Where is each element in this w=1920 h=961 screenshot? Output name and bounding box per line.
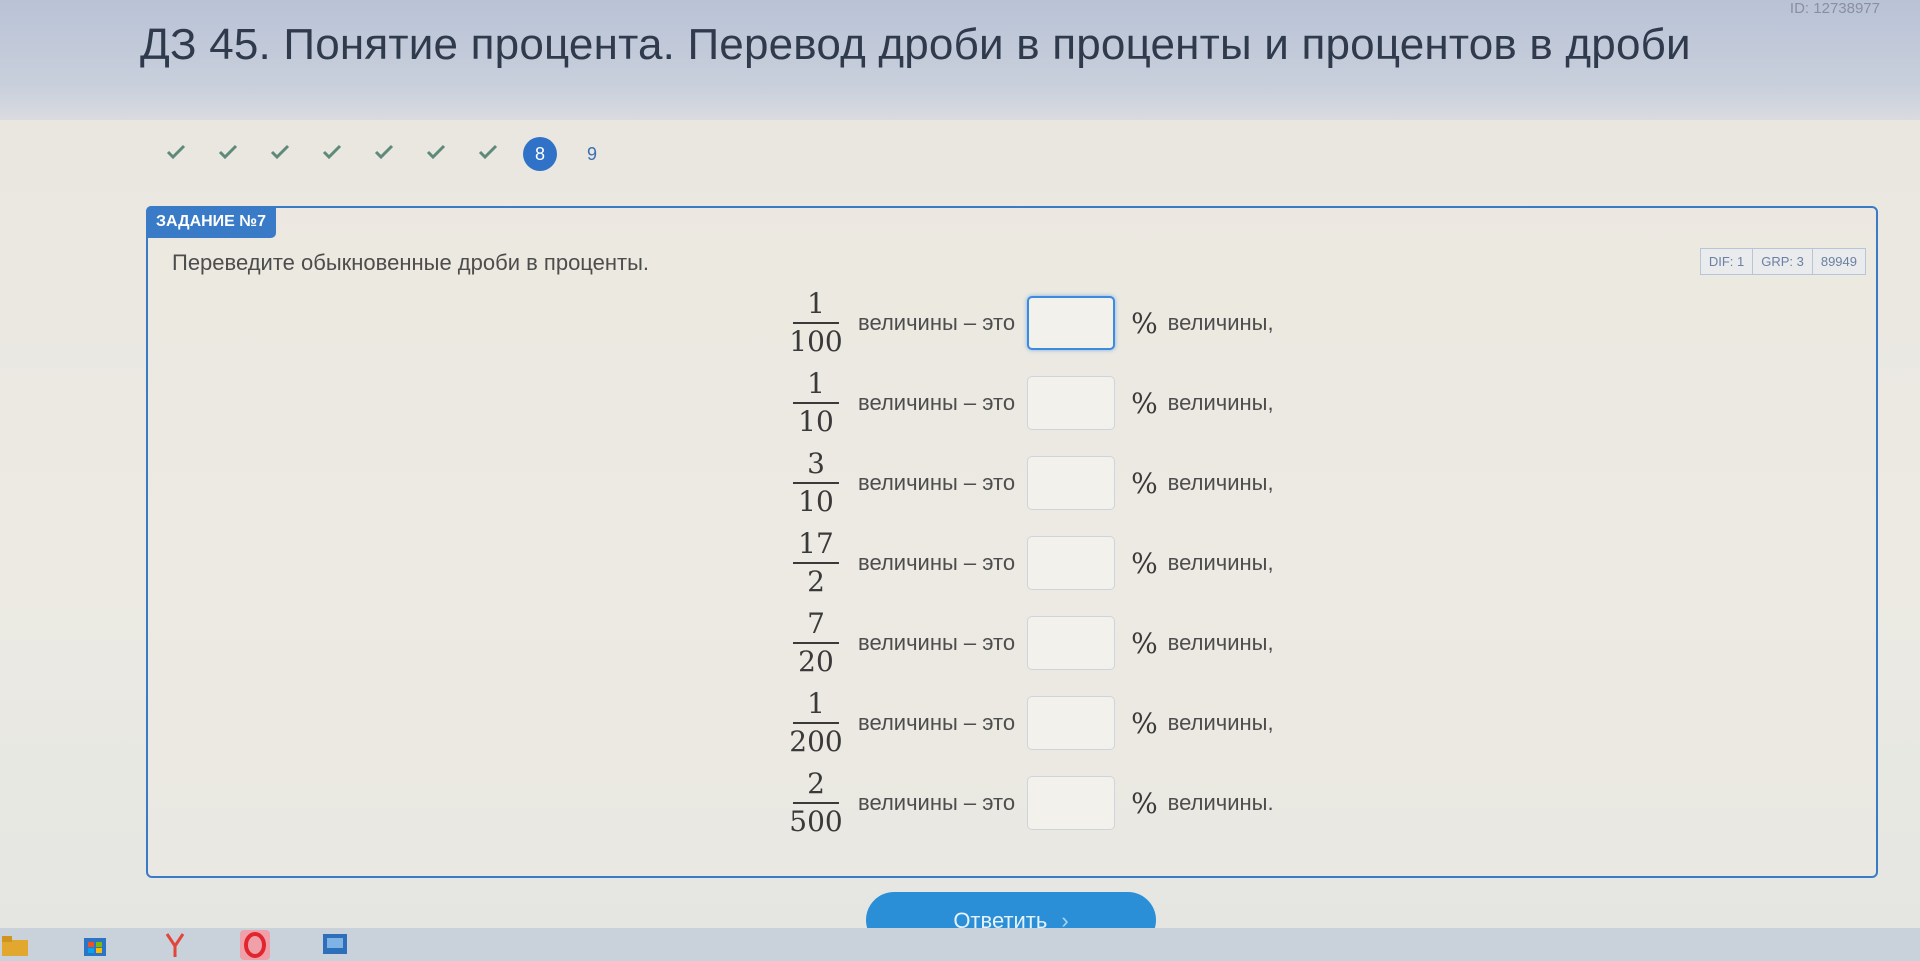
fraction-row-1: 1 100 величины – это % величины, bbox=[788, 288, 1274, 358]
fraction-row-7: 2 500 величины – это % величины. bbox=[788, 768, 1274, 838]
percent-sign: % bbox=[1131, 546, 1158, 580]
numerator: 1 bbox=[807, 687, 825, 720]
numerator: 7 bbox=[807, 607, 825, 640]
fraction: 1 100 bbox=[788, 288, 844, 358]
fraction-bar bbox=[793, 482, 839, 484]
row-tail: величины, bbox=[1167, 470, 1274, 495]
check-icon bbox=[166, 144, 186, 165]
percent-sign: % bbox=[1131, 386, 1158, 420]
store-icon[interactable] bbox=[80, 930, 110, 960]
answer-input-3[interactable] bbox=[1027, 456, 1116, 510]
check-icon bbox=[218, 144, 238, 165]
row-tail: величины. bbox=[1167, 790, 1274, 815]
fraction-bar bbox=[793, 722, 839, 724]
percent-sign: % bbox=[1131, 706, 1158, 740]
denominator: 20 bbox=[798, 645, 834, 678]
step-current[interactable]: 8 bbox=[514, 137, 566, 171]
fraction: 2 500 bbox=[788, 768, 844, 838]
percent-sign: % bbox=[1131, 626, 1158, 660]
task-meta: DIF: 1 GRP: 3 89949 bbox=[1699, 248, 1866, 275]
fraction-bar bbox=[793, 322, 839, 324]
fraction: 17 2 bbox=[788, 528, 844, 598]
check-icon bbox=[374, 144, 394, 165]
fraction-bar bbox=[793, 562, 839, 564]
task-card: Задание №7 DIF: 1 GRP: 3 89949 Переведит… bbox=[146, 206, 1878, 878]
row-tail: величины, bbox=[1167, 630, 1274, 655]
fraction: 7 20 bbox=[788, 608, 844, 678]
id-label: ID: 12738977 bbox=[1789, 0, 1880, 17]
row-text: величины – это bbox=[858, 630, 1016, 655]
check-icon bbox=[270, 144, 290, 165]
fraction-bar bbox=[793, 642, 839, 644]
numerator: 3 bbox=[807, 447, 825, 480]
check-icon bbox=[478, 144, 498, 165]
row-text: величины – это bbox=[858, 390, 1016, 415]
fraction: 3 10 bbox=[788, 448, 844, 518]
denominator: 100 bbox=[789, 325, 843, 358]
numerator: 17 bbox=[798, 527, 834, 560]
row-text: величины – это bbox=[858, 470, 1016, 495]
answer-input-7[interactable] bbox=[1027, 776, 1116, 830]
fraction-row-3: 3 10 величины – это % величины, bbox=[788, 448, 1274, 518]
row-text: величины – это bbox=[858, 710, 1016, 735]
check-icon bbox=[322, 144, 342, 165]
percent-sign: % bbox=[1131, 306, 1158, 340]
fraction-row-6: 1 200 величины – это % величины, bbox=[788, 688, 1274, 758]
step-1[interactable] bbox=[150, 138, 202, 170]
answer-input-6[interactable] bbox=[1027, 696, 1116, 750]
step-next[interactable]: 9 bbox=[566, 138, 618, 170]
task-instruction: Переведите обыкновенные дроби в проценты… bbox=[172, 250, 650, 275]
row-tail: величины, bbox=[1167, 310, 1274, 335]
fraction: 1 10 bbox=[788, 368, 844, 438]
yandex-icon[interactable] bbox=[160, 930, 190, 960]
fraction-row-4: 17 2 величины – это % величины, bbox=[788, 528, 1274, 598]
step-6[interactable] bbox=[410, 138, 462, 170]
step-3[interactable] bbox=[254, 138, 306, 170]
denominator: 200 bbox=[789, 725, 843, 758]
opera-icon[interactable] bbox=[240, 929, 270, 960]
row-text: величины – это bbox=[858, 310, 1016, 335]
numerator: 1 bbox=[807, 287, 825, 320]
next-step-number: 9 bbox=[586, 143, 597, 164]
answer-input-5[interactable] bbox=[1027, 616, 1116, 670]
step-5[interactable] bbox=[358, 138, 410, 170]
numerator: 2 bbox=[807, 767, 825, 800]
numerator: 1 bbox=[807, 367, 825, 400]
meta-dif: DIF: 1 bbox=[1699, 248, 1754, 275]
fraction-bar bbox=[793, 802, 839, 804]
page-title: ДЗ 45. Понятие процента. Перевод дроби в… bbox=[140, 20, 1691, 69]
task-badge: Задание №7 bbox=[146, 206, 277, 238]
fraction-row-2: 1 10 величины – это % величины, bbox=[788, 368, 1274, 438]
meta-grp: GRP: 3 bbox=[1752, 248, 1813, 275]
fraction-row-5: 7 20 величины – это % величины, bbox=[788, 608, 1274, 678]
row-tail: величины, bbox=[1167, 390, 1274, 415]
meta-id: 89949 bbox=[1811, 248, 1866, 275]
step-4[interactable] bbox=[306, 138, 358, 170]
answer-input-2[interactable] bbox=[1027, 376, 1116, 430]
current-step-badge: 8 bbox=[523, 137, 557, 171]
fraction: 1 200 bbox=[788, 688, 844, 758]
taskbar bbox=[0, 928, 1920, 961]
denominator: 2 bbox=[807, 565, 825, 598]
percent-sign: % bbox=[1131, 786, 1158, 820]
step-2[interactable] bbox=[202, 138, 254, 170]
denominator: 10 bbox=[798, 405, 834, 438]
percent-sign: % bbox=[1131, 466, 1158, 500]
fraction-bar bbox=[793, 402, 839, 404]
step-7[interactable] bbox=[462, 138, 514, 170]
answer-input-1[interactable] bbox=[1027, 296, 1116, 350]
denominator: 10 bbox=[798, 485, 834, 518]
check-icon bbox=[426, 144, 446, 165]
row-tail: величины, bbox=[1167, 550, 1274, 575]
denominator: 500 bbox=[789, 805, 843, 838]
row-text: величины – это bbox=[858, 790, 1016, 815]
answer-input-4[interactable] bbox=[1027, 536, 1116, 590]
step-navigation: 8 9 bbox=[150, 137, 618, 171]
app-icon[interactable] bbox=[320, 930, 350, 960]
row-tail: величины, bbox=[1167, 710, 1274, 735]
row-text: величины – это bbox=[858, 550, 1016, 575]
folder-icon[interactable] bbox=[0, 930, 30, 960]
